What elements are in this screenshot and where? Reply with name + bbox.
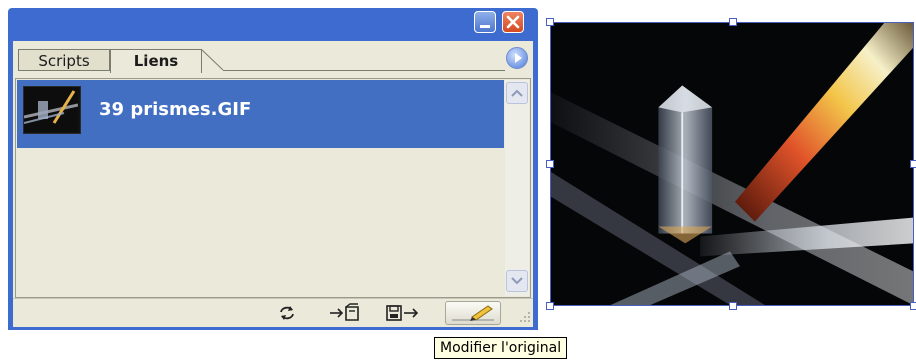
scroll-up-button[interactable] xyxy=(506,82,528,104)
links-panel-window: Scripts Liens 39 prismes.GIF xyxy=(8,8,538,330)
panel-titlebar[interactable] xyxy=(8,8,538,40)
tab-baseline xyxy=(223,70,505,71)
edit-original-icon xyxy=(452,305,494,321)
chevron-down-icon xyxy=(511,277,523,285)
relink-icon[interactable] xyxy=(276,303,298,323)
tab-scripts-label: Scripts xyxy=(38,52,90,70)
scroll-down-button[interactable] xyxy=(506,270,528,292)
selection-handle[interactable] xyxy=(910,160,916,168)
selection-handle[interactable] xyxy=(546,18,554,26)
panel-menu-button[interactable] xyxy=(506,47,528,69)
update-link-icon[interactable] xyxy=(385,303,421,323)
play-arrow-icon xyxy=(515,53,522,63)
selection-handle[interactable] xyxy=(729,18,737,26)
panel-footer xyxy=(13,298,533,327)
list-item[interactable]: 39 prismes.GIF xyxy=(17,80,504,148)
selection-handle[interactable] xyxy=(546,302,554,310)
selection-handle[interactable] xyxy=(546,160,554,168)
selection-handle[interactable] xyxy=(729,302,737,310)
resize-grip-icon[interactable] xyxy=(519,311,531,323)
tab-edge xyxy=(201,49,224,71)
edit-original-tooltip: Modifier l'original xyxy=(434,337,568,359)
vertical-scrollbar[interactable] xyxy=(505,80,529,296)
placed-image-frame[interactable] xyxy=(546,18,916,310)
tab-strip: Scripts Liens xyxy=(13,41,533,78)
go-to-link-icon[interactable] xyxy=(328,303,364,323)
minimize-button[interactable] xyxy=(474,11,496,33)
tab-scripts[interactable]: Scripts xyxy=(18,49,110,71)
links-list: 39 prismes.GIF xyxy=(15,78,531,298)
tab-liens-label: Liens xyxy=(133,52,179,70)
panel-body: Scripts Liens 39 prismes.GIF xyxy=(13,41,533,327)
prism-thumbnail-icon xyxy=(23,86,81,134)
chevron-up-icon xyxy=(511,89,523,97)
link-filename: 39 prismes.GIF xyxy=(99,99,252,120)
tab-liens[interactable]: Liens xyxy=(110,49,202,73)
close-button[interactable] xyxy=(502,11,524,33)
edit-original-button[interactable] xyxy=(445,301,501,325)
selection-handle[interactable] xyxy=(910,302,916,310)
prism-photo xyxy=(551,23,913,305)
close-icon xyxy=(506,15,520,29)
